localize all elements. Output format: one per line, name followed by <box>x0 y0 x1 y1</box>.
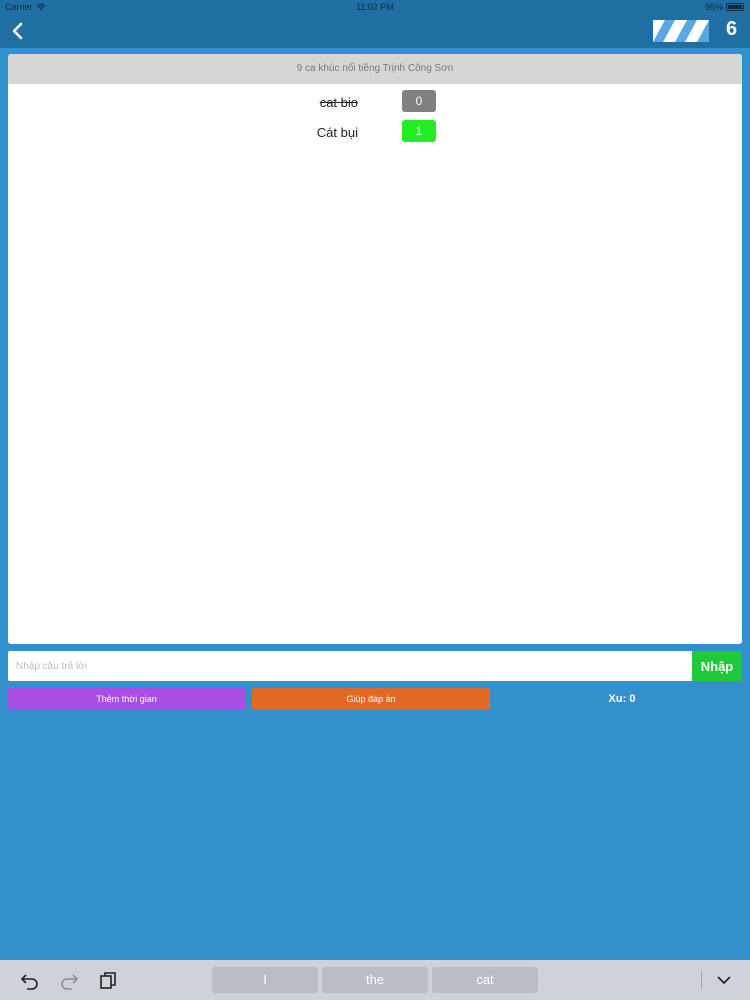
answer-text-correct: Cát bụi <box>316 125 358 140</box>
back-button[interactable] <box>8 20 30 42</box>
answer-input-row: Nhập <box>8 651 742 681</box>
undo-icon[interactable] <box>20 970 40 990</box>
answer-row: Cát bụi 1 <box>8 117 742 147</box>
puzzle-title: 9 ca khúc nổi tiếng Trịnh Công Sơn <box>8 54 742 84</box>
battery-percent: 95% <box>704 2 723 12</box>
answers-card: 9 ca khúc nổi tiếng Trịnh Công Sơn cat b… <box>8 54 742 644</box>
status-bar: Carrier 11:02 PM 95% <box>0 0 750 14</box>
answer-text-wrong: cat bio <box>319 95 358 110</box>
answer-row: cat bio 0 <box>8 87 742 117</box>
suggestion-item[interactable]: the <box>322 967 428 993</box>
coins-counter: Xu: 0 <box>608 693 636 705</box>
suggestion-item[interactable]: I <box>212 967 318 993</box>
nav-bar: 6 <box>0 14 750 48</box>
answer-count-badge: 1 <box>402 120 436 142</box>
stripes-logo-icon <box>653 20 709 42</box>
submit-button[interactable]: Nhập <box>692 651 742 681</box>
level-number: 6 <box>726 18 738 40</box>
chevron-down-icon[interactable] <box>714 970 734 990</box>
chevron-left-icon <box>12 22 23 40</box>
battery-icon <box>726 3 744 11</box>
answer-count-badge: 0 <box>402 90 436 112</box>
add-time-button[interactable]: Thêm thời gian <box>8 688 245 710</box>
paste-icon[interactable] <box>98 970 118 990</box>
answer-input[interactable] <box>8 651 692 681</box>
battery-info: 95% <box>705 2 744 12</box>
help-answer-button[interactable]: Giúp đáp án <box>252 688 490 710</box>
redo-icon[interactable] <box>59 970 79 990</box>
status-time: 11:02 PM <box>356 2 394 12</box>
suggestion-item[interactable]: cat <box>432 967 538 993</box>
keyboard-suggestion-bar: I the cat <box>0 960 750 1000</box>
divider <box>701 970 702 990</box>
